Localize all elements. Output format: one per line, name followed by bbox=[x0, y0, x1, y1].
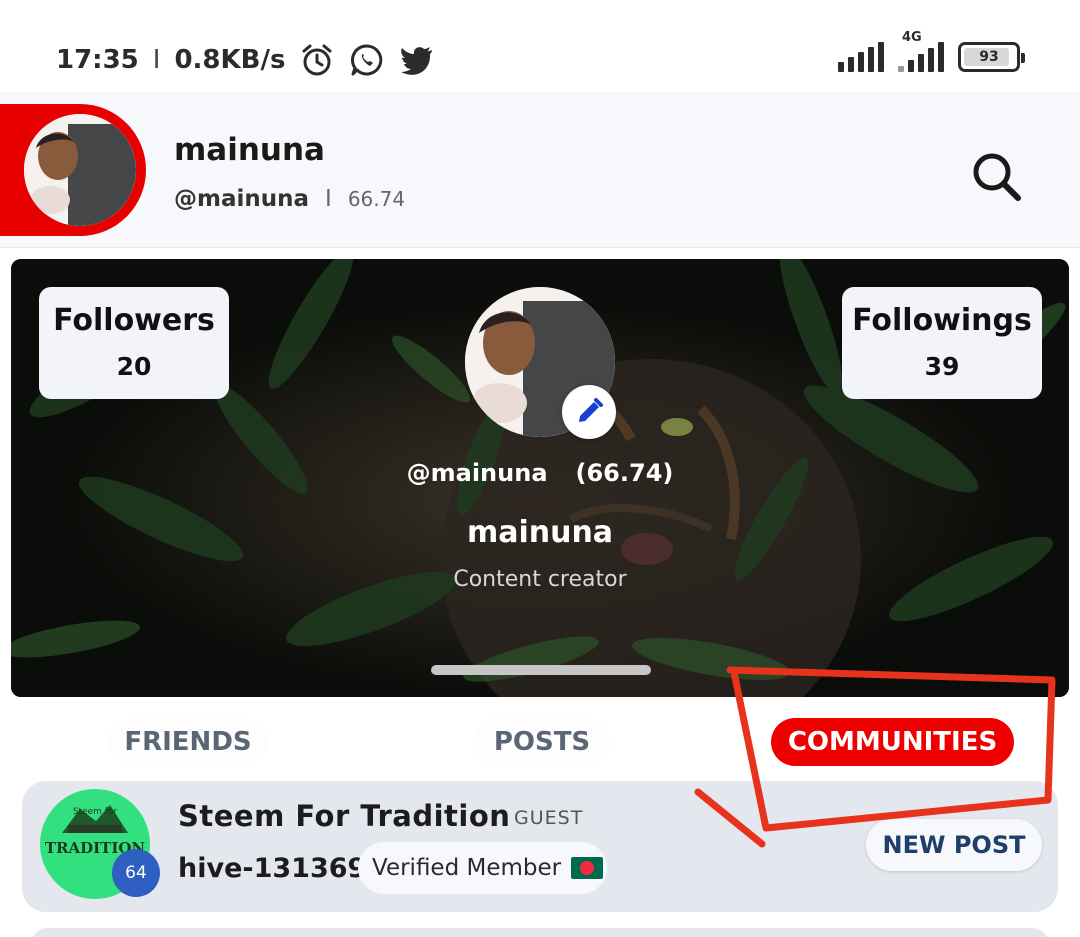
cover-name: mainuna bbox=[466, 515, 614, 550]
status-bar: 17:35 I 0.8KB/s 4G 93 bbox=[0, 0, 1080, 92]
community-logo-small: Steem for bbox=[72, 807, 118, 817]
battery-icon: 93 bbox=[958, 42, 1025, 72]
community-card[interactable]: Steem for TRADITION 64 Steem For Traditi… bbox=[22, 781, 1058, 912]
verified-member-label: Verified Member bbox=[372, 855, 562, 881]
twitter-icon bbox=[401, 47, 433, 75]
verified-member-chip: Verified Member bbox=[358, 842, 607, 894]
avatar-photo bbox=[24, 114, 136, 226]
carousel-indicator[interactable] bbox=[431, 665, 651, 675]
status-time: 17:35 bbox=[56, 45, 139, 75]
header-subline: @mainuna I 66.74 bbox=[174, 186, 405, 212]
followings-label: Followings bbox=[852, 303, 1032, 338]
community-rank-badge: 64 bbox=[112, 849, 160, 897]
community-id: hive-131369 bbox=[178, 853, 367, 884]
new-post-button[interactable]: NEW POST bbox=[866, 819, 1042, 871]
tab-friends[interactable]: FRIENDS bbox=[108, 718, 268, 766]
edit-profile-button[interactable] bbox=[562, 385, 616, 439]
bangladesh-flag-icon bbox=[571, 857, 604, 879]
signal-icon bbox=[838, 40, 884, 72]
signal-4g-icon: 4G bbox=[898, 30, 944, 72]
header-reputation: 66.74 bbox=[347, 187, 406, 211]
profile-header: mainuna @mainuna I 66.74 bbox=[0, 92, 1080, 248]
followers-label: Followers bbox=[53, 303, 215, 338]
cover-reputation: (66.74) bbox=[575, 459, 674, 487]
tab-communities[interactable]: COMMUNITIES bbox=[771, 718, 1014, 766]
next-community-card bbox=[30, 928, 1050, 937]
followings-box[interactable]: Followings 39 bbox=[842, 287, 1042, 399]
pencil-icon bbox=[579, 398, 603, 422]
header-handle[interactable]: @mainuna bbox=[174, 186, 309, 212]
header-name: mainuna bbox=[174, 132, 325, 168]
community-name[interactable]: Steem For Tradition bbox=[178, 799, 510, 833]
cover-handle-line: @mainuna (66.74) bbox=[11, 459, 1069, 487]
community-role: GUEST bbox=[514, 807, 584, 829]
followers-count: 20 bbox=[116, 352, 152, 381]
search-icon[interactable] bbox=[966, 146, 1026, 206]
status-right: 4G 93 bbox=[838, 30, 1025, 72]
cover-handle: @mainuna bbox=[406, 459, 548, 487]
status-separator: I bbox=[152, 45, 161, 75]
network-speed: 0.8KB/s bbox=[174, 45, 286, 75]
followers-box[interactable]: Followers 20 bbox=[39, 287, 229, 399]
profile-tabs: FRIENDS POSTS COMMUNITIES bbox=[0, 712, 1080, 772]
whatsapp-icon bbox=[351, 44, 383, 76]
cover-bio: Content creator bbox=[453, 567, 627, 592]
status-left: 17:35 I 0.8KB/s bbox=[56, 42, 435, 78]
followings-count: 39 bbox=[924, 352, 960, 381]
header-separator: I bbox=[325, 186, 332, 212]
avatar[interactable] bbox=[24, 114, 136, 226]
alarm-icon bbox=[302, 44, 332, 76]
tab-posts[interactable]: POSTS bbox=[474, 718, 610, 766]
network-type: 4G bbox=[902, 30, 922, 45]
profile-cover: Followers 20 Followings 39 @mainuna (66.7… bbox=[11, 259, 1069, 697]
battery-level: 93 bbox=[979, 49, 999, 65]
